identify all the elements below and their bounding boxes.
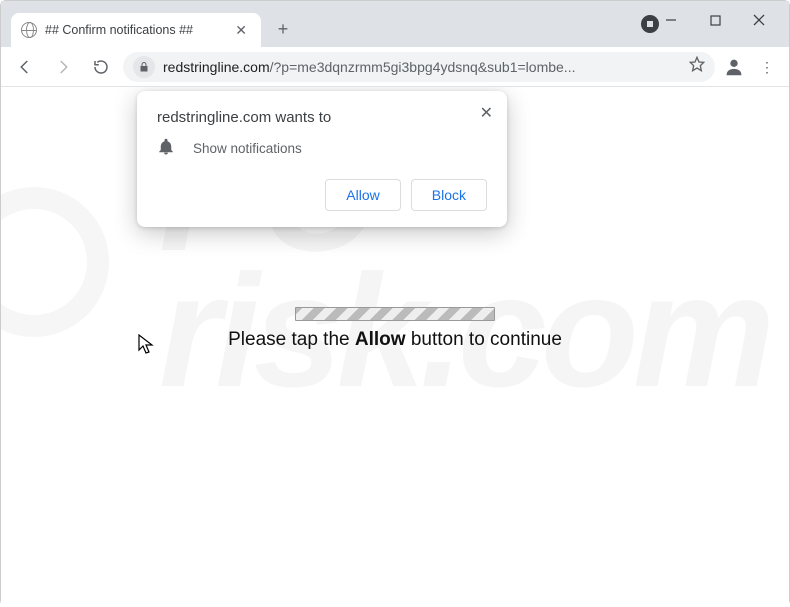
reload-button[interactable]: [85, 51, 117, 83]
progress-bar: [295, 307, 495, 321]
globe-icon: [21, 22, 37, 38]
bell-icon: [157, 138, 175, 159]
forward-button[interactable]: [47, 51, 79, 83]
instruction-post: button to continue: [406, 329, 562, 350]
close-window-button[interactable]: [737, 5, 781, 35]
maximize-button[interactable]: [693, 5, 737, 35]
dialog-actions: Allow Block: [157, 179, 487, 211]
url-text: redstringline.com/?p=me3dqnzrmm5gi3bpg4y…: [163, 59, 681, 75]
profile-avatar-icon[interactable]: [721, 54, 747, 80]
chrome-menu-button[interactable]: ⋮: [753, 65, 781, 69]
url-host: redstringline.com: [163, 59, 270, 75]
instruction-bold: Allow: [355, 329, 406, 350]
lock-icon[interactable]: [133, 56, 155, 78]
dialog-origin-text: redstringline.com wants to: [157, 109, 487, 126]
toolbar: redstringline.com/?p=me3dqnzrmm5gi3bpg4y…: [1, 47, 789, 87]
block-button[interactable]: Block: [411, 179, 487, 211]
window-controls: [649, 1, 781, 39]
tab-title: ## Confirm notifications ##: [45, 23, 223, 37]
page-message: Please tap the Allow button to continue: [1, 307, 789, 351]
url-path: /?p=me3dqnzrmm5gi3bpg4ydsnq&sub1=lombe..…: [270, 59, 576, 75]
address-bar[interactable]: redstringline.com/?p=me3dqnzrmm5gi3bpg4y…: [123, 52, 715, 82]
permission-row: Show notifications: [157, 138, 487, 159]
bookmark-star-icon[interactable]: [689, 56, 705, 77]
back-button[interactable]: [9, 51, 41, 83]
dialog-close-icon[interactable]: ✕: [476, 99, 497, 127]
close-tab-icon[interactable]: ✕: [231, 20, 251, 41]
permission-label: Show notifications: [193, 141, 302, 156]
allow-button[interactable]: Allow: [325, 179, 400, 211]
browser-tab[interactable]: ## Confirm notifications ## ✕: [11, 13, 261, 47]
new-tab-button[interactable]: +: [269, 15, 297, 43]
notification-permission-dialog: ✕ redstringline.com wants to Show notifi…: [137, 91, 507, 227]
page-content: PC risk.com ✕ redstringline.com wants to…: [1, 87, 789, 607]
instruction-text: Please tap the Allow button to continue: [1, 329, 789, 351]
instruction-pre: Please tap the: [228, 329, 355, 350]
minimize-button[interactable]: [649, 5, 693, 35]
title-bar: ## Confirm notifications ## ✕ +: [1, 1, 789, 47]
